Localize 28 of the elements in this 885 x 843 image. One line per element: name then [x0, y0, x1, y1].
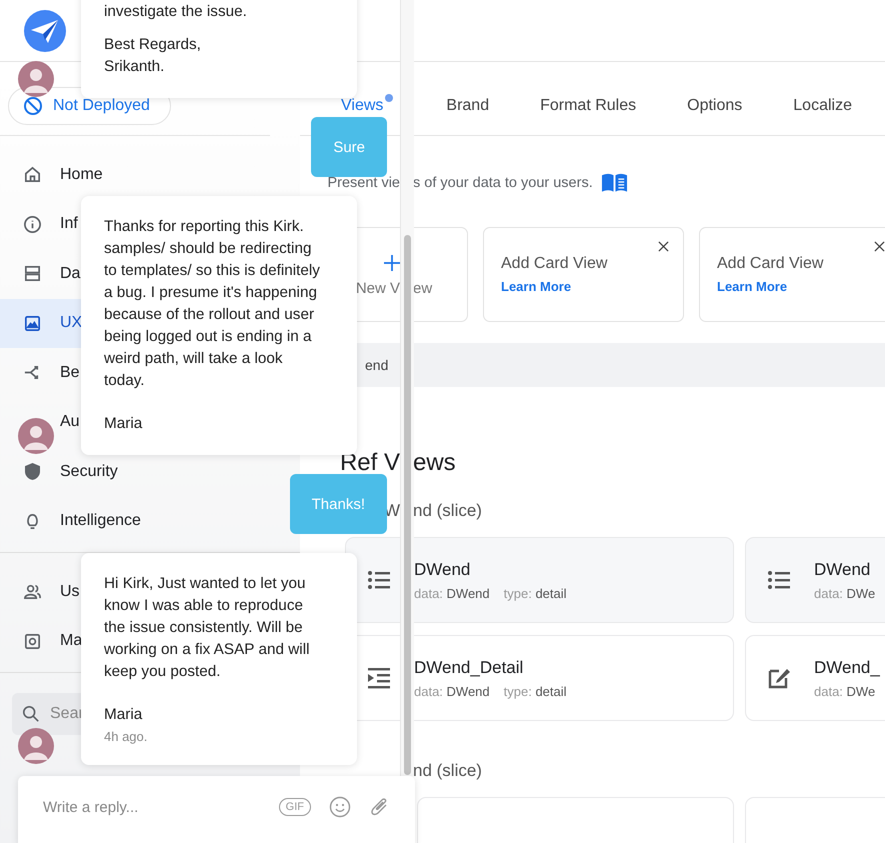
- reply-bubble-popup: Sure: [311, 117, 387, 177]
- view-name: DWend: [814, 560, 872, 580]
- view-meta: data: DWend: [414, 586, 490, 600]
- group-label: end: [365, 357, 388, 373]
- promo-title: Add Card View: [501, 255, 608, 273]
- view-meta: type: detail: [504, 586, 567, 600]
- promo-title: Add Card View: [717, 255, 824, 273]
- message-text: investigate the issue.: [104, 2, 248, 22]
- section-title: ews: [413, 449, 456, 477]
- message-signature: Maria: [104, 414, 142, 434]
- views-description: s of your data to your users.: [413, 175, 593, 191]
- view-meta: type: detail: [504, 684, 567, 698]
- slice-title: nd (slice): [413, 761, 482, 781]
- views-description: Present vie: [327, 175, 400, 191]
- view-meta: data: DWe: [814, 684, 876, 698]
- message-time: 4h ago.: [104, 729, 148, 745]
- view-meta: data: DWend: [414, 684, 490, 698]
- view-meta: data: DWe: [814, 586, 876, 600]
- message-signature: Maria: [104, 705, 142, 725]
- new-view-label: New V: [356, 280, 400, 297]
- new-view-label: ew: [413, 280, 432, 297]
- reply-bubble-popup: Thanks!: [290, 474, 387, 534]
- slice-title: nd (slice): [413, 501, 482, 521]
- view-name: DWend_Detail: [414, 658, 524, 678]
- message-text: Hi Kirk, Just wanted to let you know I was able to reproduce the issue consistently. Will be working on a fix ASAP and will keep you posted.: [104, 574, 310, 682]
- view-name: DWend: [414, 560, 472, 580]
- message-text: Best Regards, Srikanth.: [104, 35, 202, 77]
- view-name: DWend_: [814, 658, 880, 678]
